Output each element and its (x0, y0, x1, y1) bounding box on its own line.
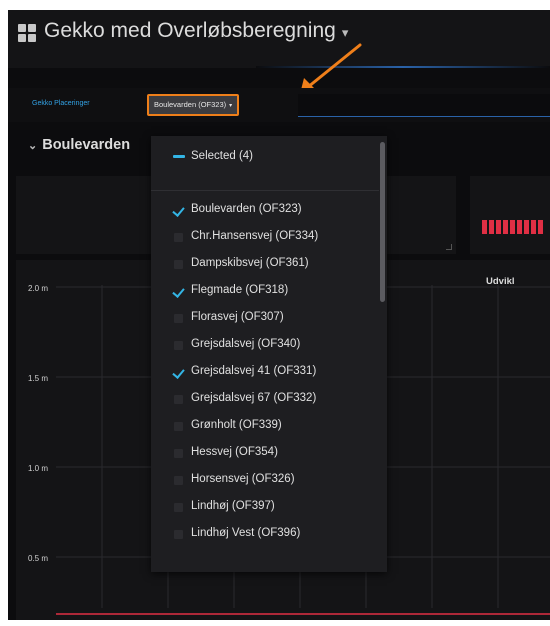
option-label: Horsensvej (OF326) (191, 473, 295, 485)
dropdown-divider (151, 190, 379, 191)
checkbox-icon (174, 233, 183, 242)
option-item[interactable]: Chr.Hansensvej (OF334) (151, 226, 379, 248)
dashboard-app: Gekko med Overløbsberegning ▾ Gekko Place… (8, 10, 550, 620)
option-item[interactable]: Grønholt (OF339) (151, 415, 379, 437)
option-item[interactable]: Lindhøj (OF397) (151, 496, 379, 518)
y-tick-label: 0.5 m (28, 554, 48, 563)
option-item[interactable]: Grejsdalsvej 41 (OF331) (151, 361, 379, 383)
checkbox-icon (174, 476, 183, 485)
y-tick-label: 2.0 m (28, 284, 48, 293)
option-item[interactable]: Lindhøj Vest (OF396) (151, 523, 379, 545)
option-item[interactable]: Dampskibsvej (OF361) (151, 253, 379, 275)
checkbox-icon (174, 341, 183, 350)
y-tick-label: 1.5 m (28, 374, 48, 383)
option-label: Grejsdalsvej 41 (OF331) (191, 365, 317, 377)
checkmark-icon (174, 206, 183, 215)
select-all-toggle[interactable]: Selected (4) (151, 146, 379, 168)
checkmark-icon (174, 368, 183, 377)
y-tick-label: 1.0 m (28, 464, 48, 473)
variable-options-dropdown: Selected (4) Boulevarden (OF323) Chr.Hans… (151, 136, 387, 572)
checkmark-icon (174, 287, 183, 296)
checkbox-icon (174, 260, 183, 269)
option-item[interactable]: Grejsdalsvej (OF340) (151, 334, 379, 356)
option-item[interactable]: Flegmade (OF318) (151, 280, 379, 302)
option-label: Grejsdalsvej 67 (OF332) (191, 392, 317, 404)
option-label: Chr.Hansensvej (OF334) (191, 230, 319, 242)
checkbox-icon (174, 314, 183, 323)
checkbox-icon (174, 422, 183, 431)
option-label: Grejsdalsvej (OF340) (191, 338, 301, 350)
option-label: Grønholt (OF339) (191, 419, 282, 431)
option-label: Boulevarden (OF323) (191, 203, 302, 215)
option-label: Flegmade (OF318) (191, 284, 289, 296)
option-label: Lindhøj (OF397) (191, 500, 275, 512)
checkbox-icon (174, 503, 183, 512)
option-label: Lindhøj Vest (OF396) (191, 527, 301, 539)
option-label: Dampskibsvej (OF361) (191, 257, 309, 269)
option-item[interactable]: Grejsdalsvej 67 (OF332) (151, 388, 379, 410)
option-label: Florasvej (OF307) (191, 311, 284, 323)
option-item[interactable]: Horsensvej (OF326) (151, 469, 379, 491)
option-item[interactable]: Florasvej (OF307) (151, 307, 379, 329)
dropdown-scrollbar[interactable] (380, 142, 385, 302)
option-label: Hessvej (OF354) (191, 446, 278, 458)
option-item[interactable]: Hessvej (OF354) (151, 442, 379, 464)
selected-count: Selected (4) (191, 150, 254, 162)
option-item[interactable]: Boulevarden (OF323) (151, 199, 379, 221)
checkbox-icon (174, 449, 183, 458)
checkbox-icon (174, 530, 183, 539)
checkbox-icon (174, 395, 183, 404)
minus-icon (173, 155, 185, 158)
